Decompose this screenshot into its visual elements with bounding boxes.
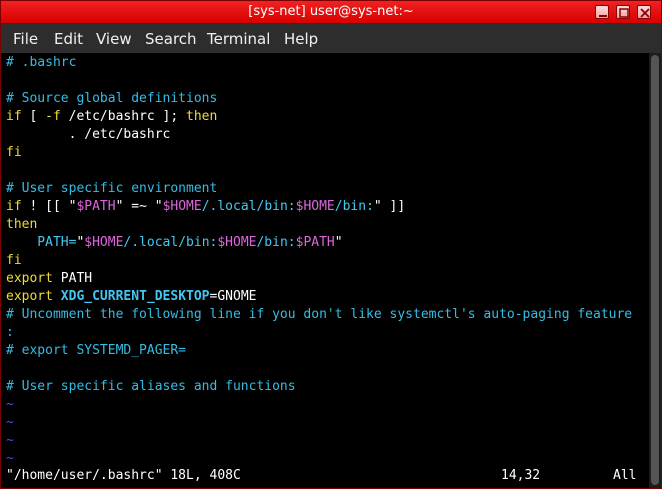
code-token: /bin:: [256, 235, 296, 250]
code-token: # Source global definitions: [6, 91, 218, 106]
scroll-indicator: All: [613, 468, 637, 483]
editor-line: ~: [6, 450, 14, 468]
close-icon: [640, 8, 650, 18]
empty-line-marker: ~: [6, 415, 14, 430]
code-token: # .bashrc: [6, 55, 77, 70]
editor-line: :: [6, 324, 14, 342]
editor-line: . /etc/bashrc: [6, 126, 171, 144]
editor-line: if [ -f /etc/bashrc ]; then: [6, 108, 217, 126]
editor-line: # Uncomment the following line if you do…: [6, 306, 632, 324]
editor-line: PATH="$HOME/.local/bin:$HOME/bin:$PATH": [6, 234, 343, 252]
code-token: then: [6, 217, 38, 232]
code-token: export: [6, 271, 53, 286]
code-token: $HOME: [84, 235, 124, 250]
close-button[interactable]: [637, 5, 651, 19]
code-token: if: [6, 109, 22, 124]
code-token: fi: [6, 145, 22, 160]
status-line: "/home/user/.bashrc" 18L, 408C: [6, 467, 241, 485]
code-token: $HOME: [295, 199, 335, 214]
scrollbar[interactable]: [649, 53, 661, 488]
empty-line-marker: ~: [6, 451, 14, 466]
code-token: $PATH: [76, 199, 116, 214]
code-token: fi: [6, 253, 22, 268]
menu-bar: File Edit View Search Terminal Help: [1, 24, 661, 53]
code-token: ": [334, 235, 343, 250]
editor-line: export XDG_CURRENT_DESKTOP=GNOME: [6, 288, 256, 306]
editor-line: if ! [[ "$PATH" =~ "$HOME/.local/bin:$HO…: [6, 198, 405, 216]
code-token: $PATH: [295, 235, 335, 250]
code-token: /.local/bin:: [201, 199, 296, 214]
code-token: =GNOME: [209, 289, 257, 304]
code-token: PATH: [52, 271, 93, 286]
code-token: /etc/bashrc ];: [60, 109, 187, 124]
editor-line: # export SYSTEMD_PAGER=: [6, 342, 186, 360]
code-token: ! [[: [21, 199, 69, 214]
menu-search[interactable]: Search: [145, 30, 197, 48]
menu-file[interactable]: File: [13, 30, 38, 48]
editor-line: ~: [6, 414, 14, 432]
code-token: $HOME: [162, 199, 202, 214]
empty-line-marker: ~: [6, 397, 14, 412]
terminal-text-area[interactable]: # .bashrc # Source global definitions if […: [1, 53, 649, 488]
editor-line: export PATH: [6, 270, 92, 288]
title-bar[interactable]: [sys-net] user@sys-net:~: [1, 1, 661, 24]
menu-help[interactable]: Help: [284, 30, 318, 48]
code-token: # User specific environment: [6, 181, 218, 196]
code-token: ": [154, 199, 163, 214]
code-token: /.local/bin:: [123, 235, 218, 250]
code-token: export: [6, 289, 53, 304]
editor-line: fi: [6, 252, 22, 270]
editor-line: # User specific environment: [6, 180, 217, 198]
code-token: ]]: [381, 199, 406, 214]
code-token: -f: [45, 109, 61, 124]
minimize-button[interactable]: [595, 5, 609, 19]
code-token: [: [21, 109, 46, 124]
code-token: . /etc/bashrc: [6, 127, 171, 142]
code-token: :: [6, 325, 14, 340]
scrollbar-thumb[interactable]: [651, 55, 659, 485]
code-token: ": [373, 199, 382, 214]
code-token: # Uncomment the following line if you do…: [6, 307, 633, 322]
editor-line: ~: [6, 396, 14, 414]
editor-line: ~: [6, 432, 14, 450]
terminal-window: [sys-net] user@sys-net:~ File Edit View …: [0, 0, 662, 489]
cursor-position: 14,32: [501, 468, 541, 483]
code-token: XDG_CURRENT_DESKTOP: [60, 289, 210, 304]
menu-edit[interactable]: Edit: [54, 30, 83, 48]
menu-view[interactable]: View: [96, 30, 132, 48]
code-token: # export SYSTEMD_PAGER=: [6, 343, 187, 358]
maximize-button[interactable]: [616, 5, 630, 19]
status-file-info: "/home/user/.bashrc" 18L, 408C: [6, 468, 241, 483]
code-token: if: [6, 199, 22, 214]
editor-line: # .bashrc: [6, 54, 76, 72]
editor-line: fi: [6, 144, 22, 162]
code-token: PATH=: [6, 235, 77, 250]
maximize-icon: [619, 8, 629, 18]
code-token: =~: [123, 199, 155, 214]
editor-line: # Source global definitions: [6, 90, 217, 108]
editor-line: # User specific aliases and functions: [6, 378, 296, 396]
code-token: then: [186, 109, 218, 124]
window-title: [sys-net] user@sys-net:~: [248, 4, 414, 19]
code-token: # User specific aliases and functions: [6, 379, 296, 394]
editor-line: then: [6, 216, 37, 234]
empty-line-marker: ~: [6, 433, 14, 448]
minimize-icon: [599, 15, 607, 17]
menu-terminal[interactable]: Terminal: [207, 30, 270, 48]
code-token: /bin:: [334, 199, 374, 214]
code-token: $HOME: [217, 235, 257, 250]
